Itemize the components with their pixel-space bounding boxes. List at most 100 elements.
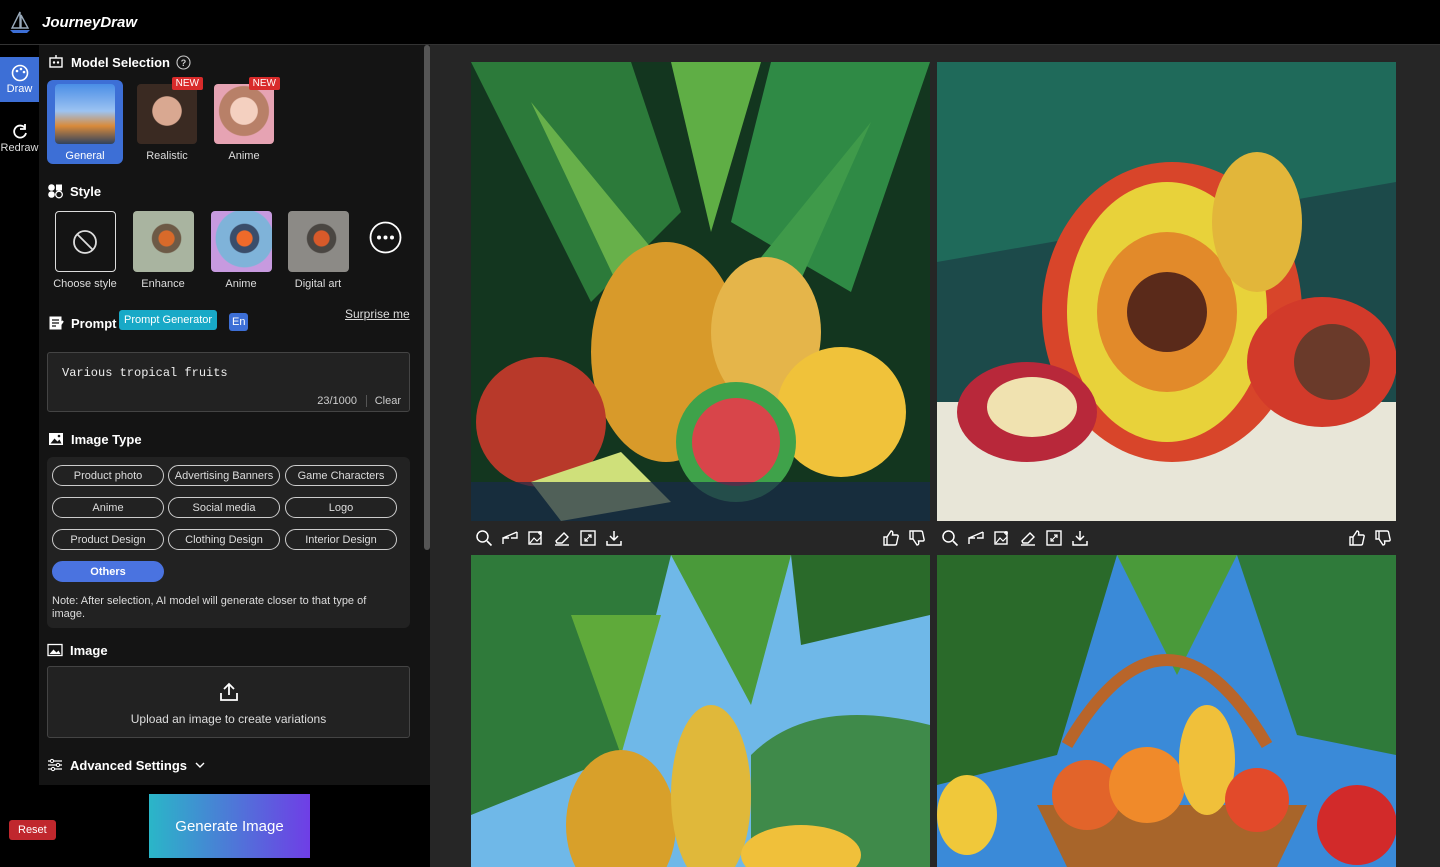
top-bar: JourneyDraw [0, 0, 1440, 45]
rail-redraw-button[interactable]: Redraw [0, 116, 39, 154]
image-1-toolbar [471, 521, 930, 555]
type-anime[interactable]: Anime [52, 497, 164, 518]
robin-digital-thumbnail [287, 211, 349, 272]
image-heading: Image [47, 642, 108, 658]
picture-icon [47, 643, 63, 657]
prompt-text[interactable]: Various tropical fruits [62, 366, 228, 380]
style-choose-label: Choose style [53, 278, 117, 290]
type-game-characters[interactable]: Game Characters [285, 465, 397, 486]
prompt-title: Prompt [71, 315, 117, 331]
upload-icon [219, 682, 238, 701]
style-enhance-label: Enhance [141, 278, 185, 290]
action-bar: Reset Generate Image [0, 785, 430, 867]
papaya-artwork [937, 62, 1396, 521]
type-clothing-design[interactable]: Clothing Design [168, 529, 280, 550]
zoom-icon[interactable] [941, 529, 959, 547]
download-icon[interactable] [605, 529, 623, 547]
style-choose[interactable]: Choose style [47, 211, 123, 290]
jungle-pineapple-artwork [471, 555, 930, 867]
variation-icon[interactable] [967, 529, 985, 547]
prompt-char-count: 23/1000 [317, 395, 357, 407]
chevron-down-icon [195, 762, 205, 768]
image-title: Image [70, 642, 108, 658]
advanced-settings-toggle[interactable]: Advanced Settings [47, 757, 207, 773]
type-social-media[interactable]: Social media [168, 497, 280, 518]
generated-image-4[interactable] [937, 555, 1396, 867]
rail-redraw-label: Redraw [0, 142, 39, 154]
model-general[interactable]: General [47, 80, 123, 164]
style-enhance[interactable]: Enhance [125, 211, 201, 290]
settings-panel[interactable]: Model Selection ? General NEW Realistic … [39, 45, 430, 785]
model-selection-heading: Model Selection ? [48, 54, 191, 70]
model-realistic[interactable]: NEW Realistic [129, 77, 205, 164]
type-interior-design[interactable]: Interior Design [285, 529, 397, 550]
robin-anime-thumbnail [210, 211, 272, 272]
more-styles-icon[interactable] [369, 221, 402, 254]
app-title: JourneyDraw [42, 13, 138, 31]
image-2-toolbar [937, 521, 1396, 555]
edit-note-icon [49, 316, 64, 330]
download-icon[interactable] [1071, 529, 1089, 547]
model-general-thumbnail [55, 84, 115, 144]
language-toggle[interactable]: En [229, 313, 249, 331]
rail-draw-label: Draw [6, 83, 33, 95]
variation-icon[interactable] [501, 529, 519, 547]
pineapple-artwork [471, 62, 930, 521]
style-digital-art[interactable]: Digital art [280, 211, 356, 290]
sailboat-logo-icon[interactable] [8, 10, 32, 34]
type-others[interactable]: Others [52, 561, 164, 582]
help-icon[interactable]: ? [176, 54, 191, 70]
generated-image-1[interactable] [471, 62, 930, 521]
model-realistic-label: Realistic [146, 150, 188, 162]
style-anime[interactable]: Anime [203, 211, 279, 290]
model-realistic-thumbnail [137, 84, 197, 144]
refresh-icon [12, 124, 27, 139]
type-advertising-banners[interactable]: Advertising Banners [168, 465, 280, 486]
sliders-icon [48, 758, 62, 772]
type-product-photo[interactable]: Product photo [52, 465, 164, 486]
ban-icon [73, 229, 97, 254]
rail-draw-button[interactable]: Draw [0, 57, 39, 102]
prompt-input[interactable]: Various tropical fruits 23/1000 Clear [47, 352, 410, 412]
new-badge: NEW [248, 77, 280, 90]
model-anime[interactable]: NEW Anime [206, 77, 282, 164]
generated-image-2[interactable] [937, 62, 1396, 521]
fruit-basket-artwork [937, 555, 1396, 867]
image-icon [49, 433, 63, 445]
new-badge: NEW [171, 77, 203, 90]
reset-button[interactable]: Reset [9, 820, 56, 840]
eraser-icon[interactable] [553, 529, 571, 547]
surprise-me-link[interactable]: Surprise me [345, 307, 410, 321]
thumbs-down-icon[interactable] [908, 529, 926, 547]
generate-image-button[interactable]: Generate Image [149, 794, 310, 858]
thumbs-up-icon[interactable] [1348, 529, 1366, 547]
thumbs-up-icon[interactable] [882, 529, 900, 547]
shapes-icon [48, 184, 63, 199]
no-style-thumbnail [54, 211, 116, 272]
advanced-settings-title: Advanced Settings [70, 757, 188, 773]
image-gallery [430, 45, 1440, 867]
generated-image-3[interactable] [471, 555, 930, 867]
thumbs-down-icon[interactable] [1374, 529, 1392, 547]
expand-icon[interactable] [1045, 529, 1063, 547]
expand-icon[interactable] [579, 529, 597, 547]
eraser-icon[interactable] [1019, 529, 1037, 547]
prompt-generator-button[interactable]: Prompt Generator [119, 310, 218, 330]
style-heading: Style [47, 183, 101, 199]
svg-text:?: ? [181, 58, 187, 68]
image-upload-dropzone[interactable]: Upload an image to create variations [47, 666, 410, 738]
upload-text: Upload an image to create variations [130, 712, 327, 726]
image-edit-icon[interactable] [993, 529, 1011, 547]
image-type-options: Product photo Advertising Banners Game C… [47, 457, 410, 628]
type-product-design[interactable]: Product Design [52, 529, 164, 550]
palette-icon [11, 64, 28, 82]
left-rail: Draw Redraw [0, 45, 39, 867]
robot-icon [49, 55, 63, 68]
style-title: Style [70, 183, 102, 199]
zoom-icon[interactable] [475, 529, 493, 547]
prompt-clear-button[interactable]: Clear [365, 395, 401, 407]
image-type-heading: Image Type [48, 431, 142, 447]
type-logo[interactable]: Logo [285, 497, 397, 518]
image-edit-icon[interactable] [527, 529, 545, 547]
model-selection-title: Model Selection [71, 54, 170, 70]
